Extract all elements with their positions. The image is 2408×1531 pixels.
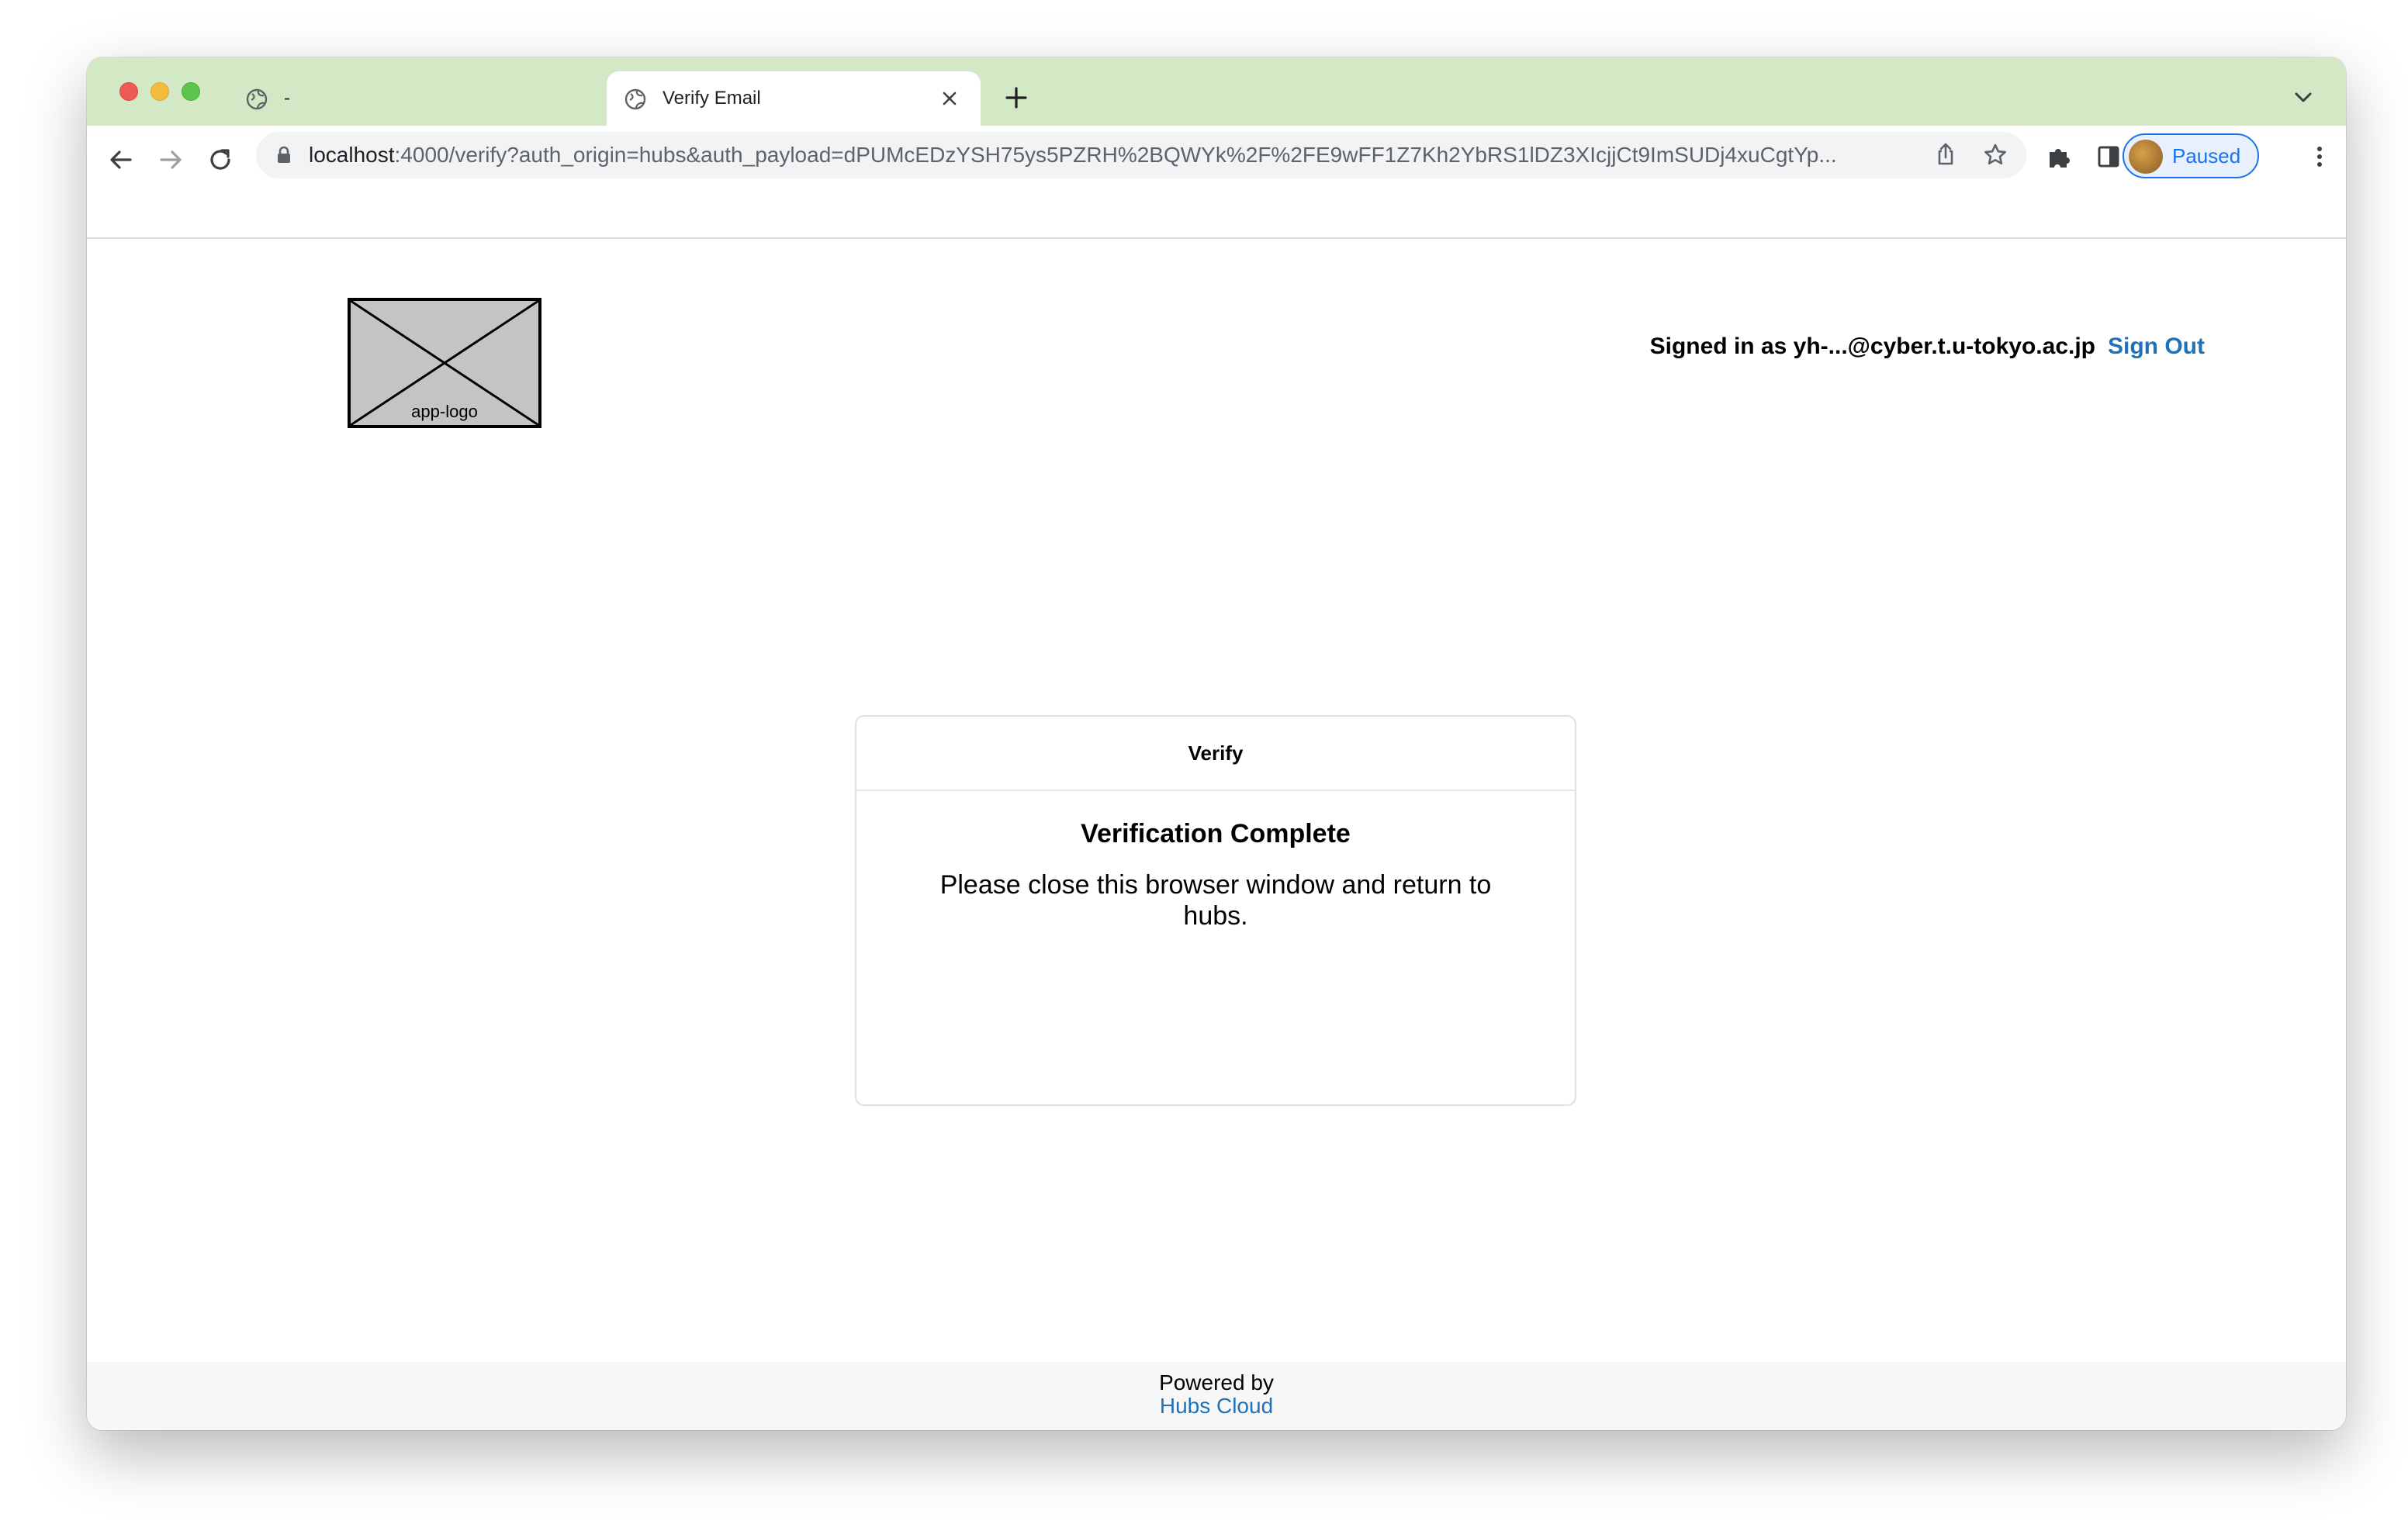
tab-title: Verify Email — [663, 88, 761, 109]
app-logo[interactable]: app-logo — [348, 298, 541, 428]
card-title: Verification Complete — [1081, 819, 1351, 848]
page-content: app-logo Signed in as yh-...@cyber.t.u-t… — [87, 239, 2346, 1430]
verify-card: Verify Verification Complete Please clos… — [855, 715, 1576, 1106]
signed-in-text: Signed in as yh-...@cyber.t.u-tokyo.ac.j… — [1649, 334, 2096, 359]
close-tab-icon[interactable] — [936, 85, 964, 112]
share-icon[interactable] — [1932, 141, 1960, 169]
more-menu-icon[interactable] — [2304, 141, 2335, 172]
avatar — [2129, 140, 2163, 174]
footer: Powered by Hubs Cloud — [87, 1362, 2346, 1430]
powered-by-text: Powered by — [1159, 1370, 1274, 1394]
url-host: localhost — [309, 143, 395, 167]
reload-icon[interactable] — [205, 144, 236, 175]
hubs-cloud-link[interactable]: Hubs Cloud — [87, 1394, 2346, 1418]
tab-verify-email[interactable]: Verify Email — [607, 71, 981, 126]
card-message: Please close this browser window and ret… — [939, 870, 1492, 931]
browser-window: - Verify Email localhost:4000/verify?aut… — [87, 57, 2346, 1430]
star-icon[interactable] — [1981, 141, 2009, 169]
url-text[interactable]: localhost:4000/verify?auth_origin=hubs&a… — [309, 132, 1910, 178]
profile-button[interactable]: Paused — [2123, 133, 2259, 178]
minimize-window-button[interactable] — [150, 82, 169, 101]
url-path: :4000/verify?auth_origin=hubs&auth_paylo… — [394, 143, 1837, 167]
card-header: Verify — [856, 717, 1575, 791]
address-bar[interactable]: localhost:4000/verify?auth_origin=hubs&a… — [256, 132, 2026, 178]
globe-icon — [624, 88, 646, 110]
close-window-button[interactable] — [119, 82, 138, 101]
new-tab-icon[interactable] — [1001, 82, 1032, 113]
chevron-down-icon[interactable] — [2290, 84, 2316, 110]
extensions-puzzle-icon[interactable] — [2043, 141, 2074, 172]
signin-status: Signed in as yh-...@cyber.t.u-tokyo.ac.j… — [1538, 334, 2205, 360]
logo-alt-text: app-logo — [411, 402, 478, 421]
tab-strip: - Verify Email — [87, 57, 2346, 126]
zoom-window-button[interactable] — [182, 82, 200, 101]
profile-status: Paused — [2172, 144, 2241, 168]
browser-toolbar: localhost:4000/verify?auth_origin=hubs&a… — [87, 126, 2346, 239]
globe-icon — [246, 88, 268, 110]
forward-arrow-icon[interactable] — [155, 144, 186, 175]
tab-title: - — [284, 88, 290, 109]
sign-out-link[interactable]: Sign Out — [2108, 334, 2205, 359]
back-arrow-icon[interactable] — [106, 144, 137, 175]
side-panel-icon[interactable] — [2093, 141, 2124, 172]
lock-icon[interactable] — [273, 144, 295, 166]
